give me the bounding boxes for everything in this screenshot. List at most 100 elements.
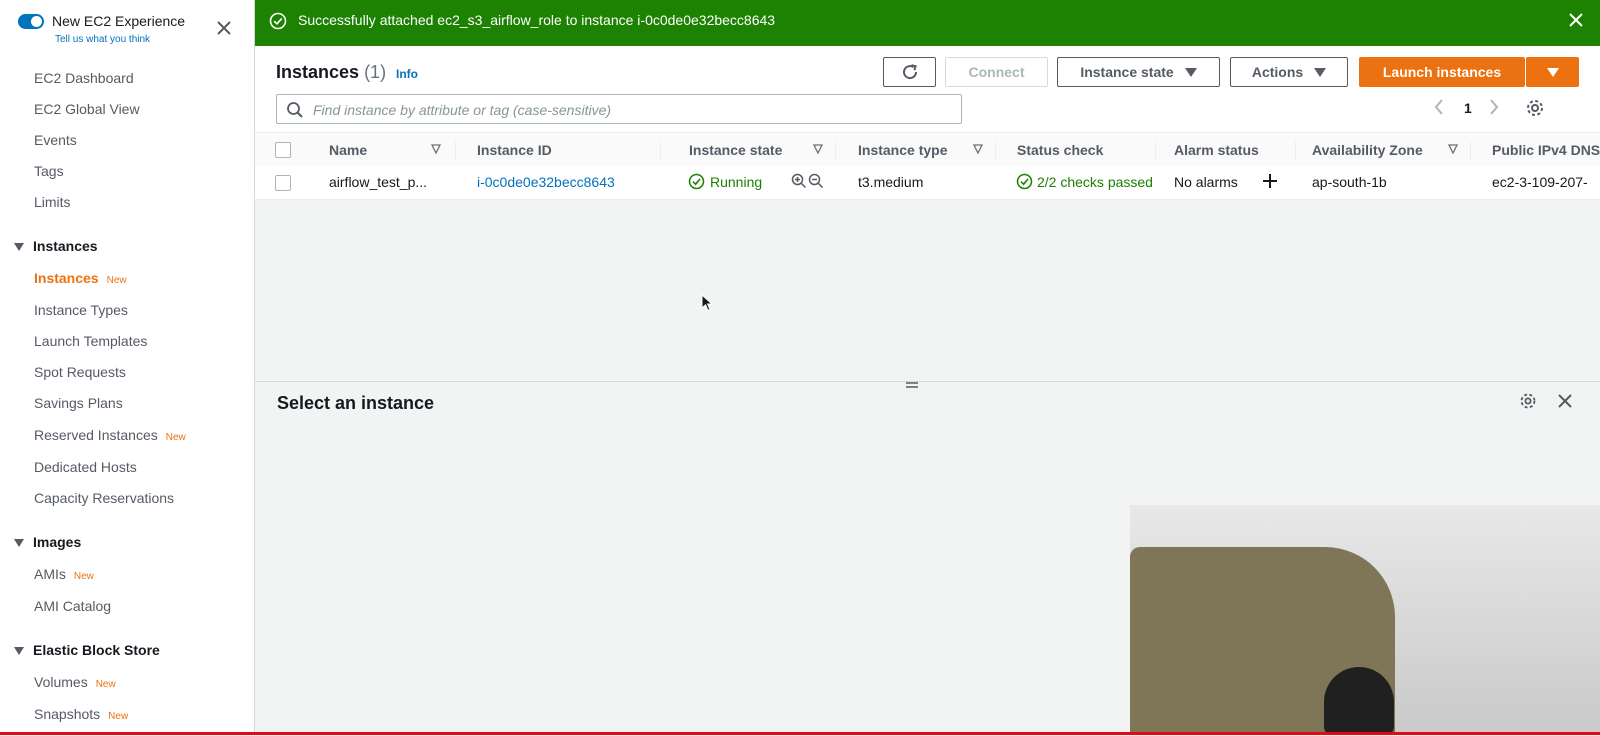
sidebar-item-instances[interactable]: Instances New xyxy=(34,270,127,286)
gear-icon[interactable] xyxy=(1519,392,1537,410)
availability-zone: ap-south-1b xyxy=(1312,174,1387,190)
sidebar-item-launch-templates[interactable]: Launch Templates xyxy=(34,333,147,349)
column-header-instance-id[interactable]: Instance ID xyxy=(477,142,552,158)
zoom-out-icon[interactable] xyxy=(808,173,824,189)
sidebar-item-capacity-reservations[interactable]: Capacity Reservations xyxy=(34,490,174,506)
instance-count: (1) xyxy=(364,62,387,82)
sidebar-item-tags[interactable]: Tags xyxy=(34,163,64,179)
sidebar-item-label: Snapshots xyxy=(34,706,101,722)
new-badge: New xyxy=(108,711,129,722)
search-icon xyxy=(286,101,304,119)
new-experience-toggle[interactable] xyxy=(18,14,44,29)
column-divider[interactable] xyxy=(1295,142,1296,160)
column-divider[interactable] xyxy=(455,142,456,160)
sort-icon[interactable] xyxy=(1448,144,1458,154)
sidebar-item-instance-types[interactable]: Instance Types xyxy=(34,302,128,318)
refresh-button[interactable] xyxy=(883,57,936,87)
column-header-status-check[interactable]: Status check xyxy=(1017,142,1103,158)
sidebar-item-label: Volumes xyxy=(34,674,88,690)
new-badge: New xyxy=(165,432,186,443)
alarm-status: No alarms xyxy=(1174,174,1238,190)
caret-down-icon xyxy=(14,647,24,656)
status-check: 2/2 checks passed xyxy=(1037,174,1153,190)
sidebar-item-ec2-dashboard[interactable]: EC2 Dashboard xyxy=(34,70,134,86)
public-ipv4-dns: ec2-3-109-207- xyxy=(1492,174,1588,190)
sidebar: New EC2 Experience Tell us what you thin… xyxy=(0,0,255,735)
add-alarm-icon[interactable] xyxy=(1262,173,1278,189)
select-all-checkbox[interactable] xyxy=(275,142,291,158)
sidebar-item-ami-catalog[interactable]: AMI Catalog xyxy=(34,598,111,614)
title-text: Instances xyxy=(276,62,360,82)
sidebar-item-savings-plans[interactable]: Savings Plans xyxy=(34,395,123,411)
close-icon[interactable] xyxy=(1556,392,1574,410)
sidebar-item-amis[interactable]: AMIs New xyxy=(34,566,94,582)
column-header-public-ipv4-dns[interactable]: Public IPv4 DNS xyxy=(1492,142,1600,158)
sidebar-item-snapshots[interactable]: Snapshots New xyxy=(34,706,128,722)
table-empty-area xyxy=(255,200,1600,381)
sort-icon[interactable] xyxy=(813,144,823,154)
close-icon[interactable] xyxy=(1568,12,1584,28)
connect-button[interactable]: Connect xyxy=(945,57,1048,87)
new-badge: New xyxy=(73,571,94,582)
column-header-alarm-status[interactable]: Alarm status xyxy=(1174,142,1259,158)
section-label: Elastic Block Store xyxy=(33,642,160,658)
sidebar-section-elastic-block-store[interactable]: Elastic Block Store xyxy=(14,642,160,658)
new-experience-title: New EC2 Experience xyxy=(52,13,186,29)
chevron-right-icon[interactable] xyxy=(1488,98,1500,116)
instance-type: t3.medium xyxy=(858,174,924,190)
button-label: Actions xyxy=(1251,64,1304,80)
column-header-name[interactable]: Name xyxy=(329,142,367,158)
resize-handle-icon[interactable] xyxy=(905,380,919,390)
feedback-link[interactable]: Tell us what you think xyxy=(55,34,150,45)
column-divider[interactable] xyxy=(1155,142,1156,160)
details-title: Select an instance xyxy=(277,393,435,413)
search-input[interactable] xyxy=(311,99,955,121)
sidebar-item-volumes[interactable]: Volumes New xyxy=(34,674,116,690)
zoom-in-icon[interactable] xyxy=(791,173,807,189)
column-header-availability-zone[interactable]: Availability Zone xyxy=(1312,142,1423,158)
sort-icon[interactable] xyxy=(973,144,983,154)
column-header-instance-type[interactable]: Instance type xyxy=(858,142,947,158)
sidebar-item-dedicated-hosts[interactable]: Dedicated Hosts xyxy=(34,459,137,475)
page-number[interactable]: 1 xyxy=(1464,100,1472,116)
launch-instances-button[interactable]: Launch instances xyxy=(1359,57,1525,87)
column-divider[interactable] xyxy=(835,142,836,160)
close-icon[interactable] xyxy=(214,18,236,40)
column-divider[interactable] xyxy=(660,142,661,160)
sidebar-item-reserved-instances[interactable]: Reserved Instances New xyxy=(34,427,186,443)
caret-down-icon xyxy=(14,539,24,548)
sort-icon[interactable] xyxy=(431,144,441,154)
mouse-cursor-icon xyxy=(701,294,713,312)
sidebar-item-events[interactable]: Events xyxy=(34,132,77,148)
instance-id-link[interactable]: i-0c0de0e32becc8643 xyxy=(477,174,615,190)
section-label: Instances xyxy=(33,238,98,254)
info-link[interactable]: Info xyxy=(396,67,418,81)
check-circle-icon xyxy=(688,173,705,190)
sidebar-item-label: Instances xyxy=(34,270,99,286)
sidebar-item-limits[interactable]: Limits xyxy=(34,194,71,210)
sidebar-section-instances[interactable]: Instances xyxy=(14,238,98,254)
check-circle-icon xyxy=(269,12,287,30)
sidebar-section-images[interactable]: Images xyxy=(14,534,81,550)
new-badge: New xyxy=(106,275,127,286)
column-divider[interactable] xyxy=(995,142,996,160)
section-label: Images xyxy=(33,534,82,550)
instance-state-dropdown[interactable]: Instance state xyxy=(1057,57,1220,87)
sidebar-item-label: AMIs xyxy=(34,566,66,582)
sidebar-item-ec2-global-view[interactable]: EC2 Global View xyxy=(34,101,140,117)
gear-icon[interactable] xyxy=(1525,98,1545,118)
caret-down-icon xyxy=(1314,67,1327,77)
launch-instances-dropdown[interactable] xyxy=(1526,57,1579,87)
search-bar xyxy=(276,94,962,124)
instance-state-running: Running xyxy=(710,174,763,190)
row-checkbox[interactable] xyxy=(275,175,291,191)
table-row[interactable]: airflow_test_p... i-0c0de0e32becc8643 Ru… xyxy=(255,166,1600,200)
sidebar-item-spot-requests[interactable]: Spot Requests xyxy=(34,364,126,380)
caret-down-icon xyxy=(14,243,24,252)
actions-dropdown[interactable]: Actions xyxy=(1230,57,1348,87)
column-header-instance-state[interactable]: Instance state xyxy=(689,142,782,158)
chevron-left-icon[interactable] xyxy=(1433,98,1445,116)
caret-down-icon xyxy=(1546,67,1559,77)
success-flash-banner: Successfully attached ec2_s3_airflow_rol… xyxy=(255,0,1600,46)
column-divider[interactable] xyxy=(1470,142,1471,160)
